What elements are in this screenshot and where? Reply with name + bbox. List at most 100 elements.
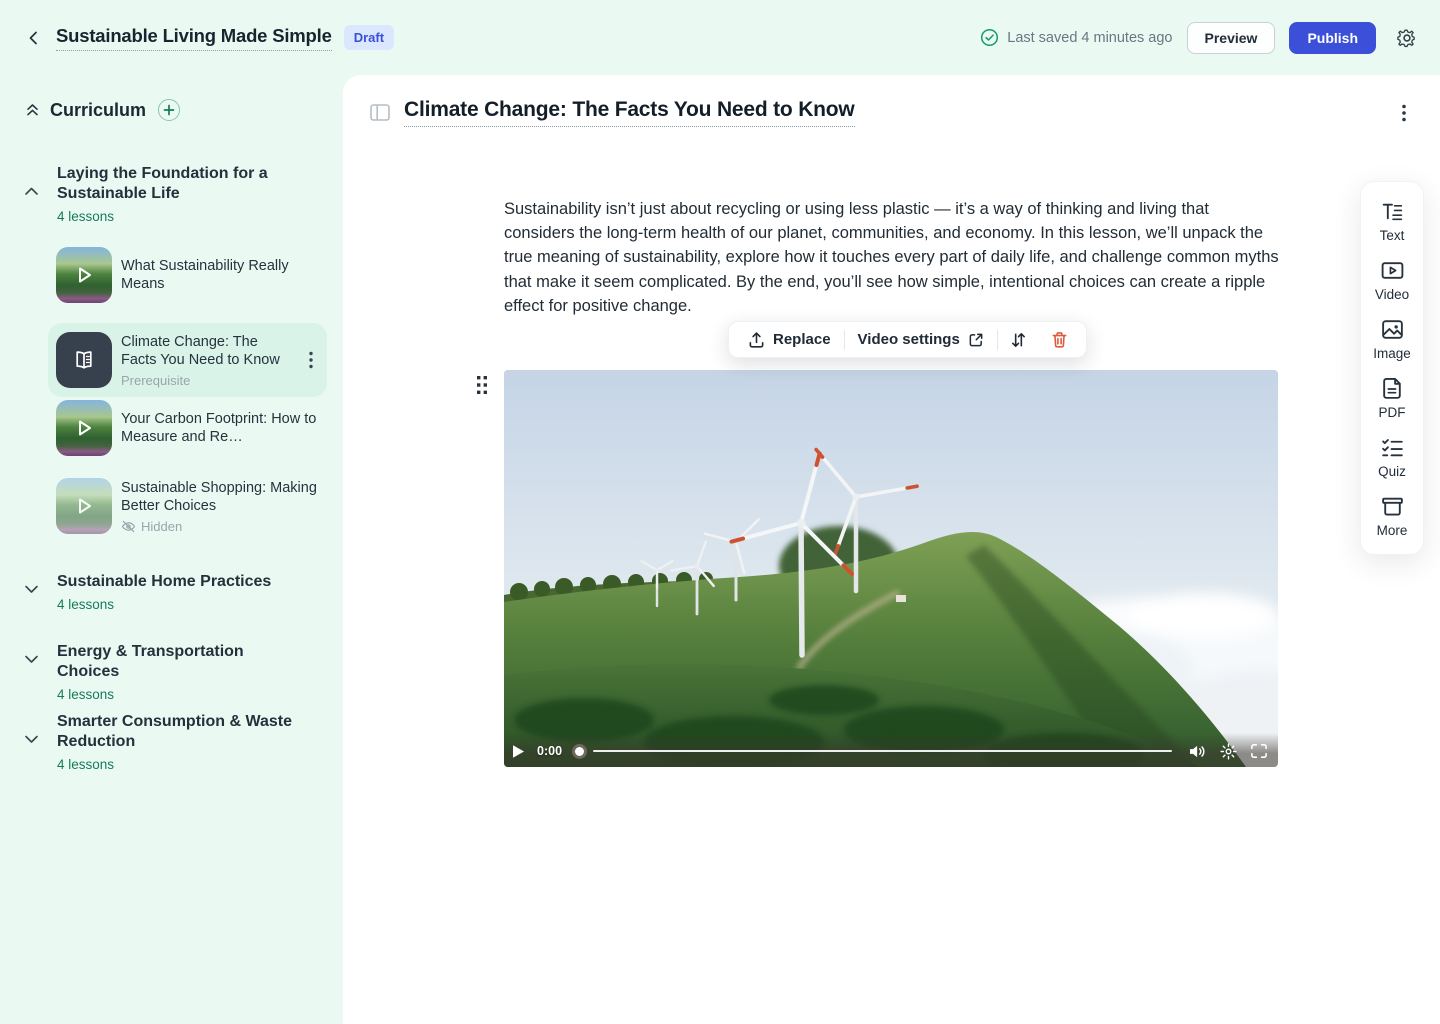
video-player[interactable]: 0:00: [504, 370, 1278, 767]
tool-label: Quiz: [1378, 464, 1406, 479]
tool-quiz[interactable]: Quiz: [1361, 435, 1423, 479]
sidebar-toggle-button[interactable]: [369, 102, 391, 124]
delete-block-button[interactable]: [1039, 322, 1080, 357]
lesson-title: Sustainable Shopping: Making Better Choi…: [121, 479, 319, 516]
volume-icon[interactable]: [1188, 744, 1207, 759]
section-expand-button[interactable]: [24, 734, 39, 744]
more-icon: [1380, 494, 1405, 519]
video-settings-button[interactable]: Video settings: [845, 322, 997, 357]
top-bar: Sustainable Living Made Simple Draft Las…: [0, 0, 1440, 75]
video-thumbnail: [56, 478, 112, 534]
section-expand-button[interactable]: [24, 654, 39, 664]
lesson-title: Your Carbon Footprint: How to Measure an…: [121, 410, 319, 447]
tool-label: Video: [1375, 287, 1409, 302]
section-collapse-button[interactable]: [24, 186, 39, 196]
open-book-icon: [71, 347, 97, 373]
video-thumbnail: [56, 400, 112, 456]
collapse-all-icon: [24, 102, 41, 119]
chevron-down-icon: [24, 584, 39, 594]
section-title[interactable]: Sustainable Home Practices 4 lessons: [57, 572, 297, 615]
lesson-item-what-sustainability[interactable]: What Sustainability Really Means: [48, 247, 327, 303]
replace-label: Replace: [773, 331, 831, 348]
lesson-options-button[interactable]: [1392, 104, 1416, 122]
last-saved-status: Last saved 4 minutes ago: [980, 28, 1172, 47]
section-lesson-count: 4 lessons: [57, 685, 297, 705]
chevron-down-icon: [24, 654, 39, 664]
section-title[interactable]: Energy & Transportation Choices 4 lesson…: [57, 642, 297, 705]
lesson-body-paragraph[interactable]: Sustainability isn’t just about recyclin…: [504, 197, 1279, 318]
tool-label: More: [1377, 523, 1408, 538]
settings-button[interactable]: [1392, 23, 1422, 53]
tool-more[interactable]: More: [1361, 494, 1423, 538]
reorder-block-button[interactable]: [998, 322, 1039, 357]
section-lesson-count: 4 lessons: [57, 595, 297, 615]
section-title-text: Energy & Transportation Choices: [57, 643, 244, 680]
video-controls-bar: 0:00: [504, 733, 1278, 767]
tool-image[interactable]: Image: [1361, 317, 1423, 361]
chevron-up-icon: [24, 186, 39, 196]
tool-label: PDF: [1379, 405, 1406, 420]
section-lesson-count: 4 lessons: [57, 755, 297, 775]
external-link-icon: [968, 332, 984, 348]
plus-icon: [163, 104, 175, 116]
player-settings-icon[interactable]: [1220, 743, 1237, 760]
video-block: Replace Video settings: [504, 370, 1279, 767]
progress-track[interactable]: [593, 750, 1172, 753]
play-icon: [512, 744, 525, 759]
section-title[interactable]: Smarter Consumption & Waste Reduction 4 …: [57, 712, 297, 775]
lesson-title: What Sustainability Really Means: [121, 257, 319, 294]
video-still-wind-turbines: [504, 370, 1278, 767]
section-title-text: Smarter Consumption & Waste Reduction: [57, 713, 292, 750]
tool-label: Image: [1373, 346, 1411, 361]
kebab-icon: [309, 351, 313, 369]
lesson-hidden-label: Hidden: [141, 519, 182, 534]
publish-button[interactable]: Publish: [1289, 22, 1376, 54]
add-section-button[interactable]: [158, 99, 180, 121]
image-icon: [1380, 317, 1405, 342]
drag-handle[interactable]: [476, 375, 488, 395]
pdf-icon: [1380, 376, 1405, 401]
gear-icon: [1396, 27, 1418, 49]
play-icon: [71, 493, 97, 519]
status-badge: Draft: [344, 25, 394, 50]
preview-button[interactable]: Preview: [1187, 22, 1276, 54]
tool-text[interactable]: Text: [1361, 199, 1423, 243]
trash-icon: [1051, 331, 1068, 349]
fullscreen-icon[interactable]: [1250, 743, 1268, 759]
video-settings-label: Video settings: [858, 331, 960, 348]
play-icon: [71, 262, 97, 288]
lesson-item-sustainable-shopping[interactable]: Sustainable Shopping: Making Better Choi…: [48, 478, 327, 534]
lesson-editor-panel: Climate Change: The Facts You Need to Kn…: [343, 75, 1440, 1024]
panel-toggle-icon: [370, 104, 390, 121]
play-button[interactable]: [512, 744, 525, 759]
curriculum-heading: Curriculum: [50, 100, 146, 121]
tool-video[interactable]: Video: [1361, 258, 1423, 302]
play-icon: [71, 415, 97, 441]
text-icon: [1380, 199, 1405, 224]
section-expand-button[interactable]: [24, 584, 39, 594]
section-title[interactable]: Laying the Foundation for a Sustainable …: [57, 164, 297, 227]
last-saved-text: Last saved 4 minutes ago: [1007, 30, 1172, 46]
collapse-all-button[interactable]: [24, 102, 41, 119]
lesson-page-title[interactable]: Climate Change: The Facts You Need to Kn…: [404, 98, 855, 127]
lesson-menu-button[interactable]: [303, 351, 319, 369]
insert-tool-rail: Text Video Image PDF: [1360, 181, 1424, 555]
upload-icon: [748, 331, 765, 349]
kebab-icon: [1402, 104, 1406, 122]
curriculum-sidebar: Curriculum Laying the Foundation for a S…: [0, 75, 343, 1024]
tool-pdf[interactable]: PDF: [1361, 376, 1423, 420]
eye-off-icon: [121, 520, 136, 533]
scrubber-knob[interactable]: [572, 744, 587, 759]
course-title[interactable]: Sustainable Living Made Simple: [56, 25, 332, 51]
reading-tile: [56, 332, 112, 388]
lesson-item-climate-change[interactable]: Climate Change: The Facts You Need to Kn…: [48, 323, 327, 397]
section-title-text: Laying the Foundation for a Sustainable …: [57, 165, 268, 202]
replace-video-button[interactable]: Replace: [735, 322, 844, 357]
drag-handle-icon: [476, 375, 488, 395]
back-button[interactable]: [20, 24, 48, 52]
video-icon: [1380, 258, 1405, 283]
video-toolbar: Replace Video settings: [728, 321, 1087, 358]
lesson-item-carbon-footprint[interactable]: Your Carbon Footprint: How to Measure an…: [48, 400, 327, 456]
section-lesson-count: 4 lessons: [57, 207, 297, 227]
section-title-text: Sustainable Home Practices: [57, 573, 271, 590]
